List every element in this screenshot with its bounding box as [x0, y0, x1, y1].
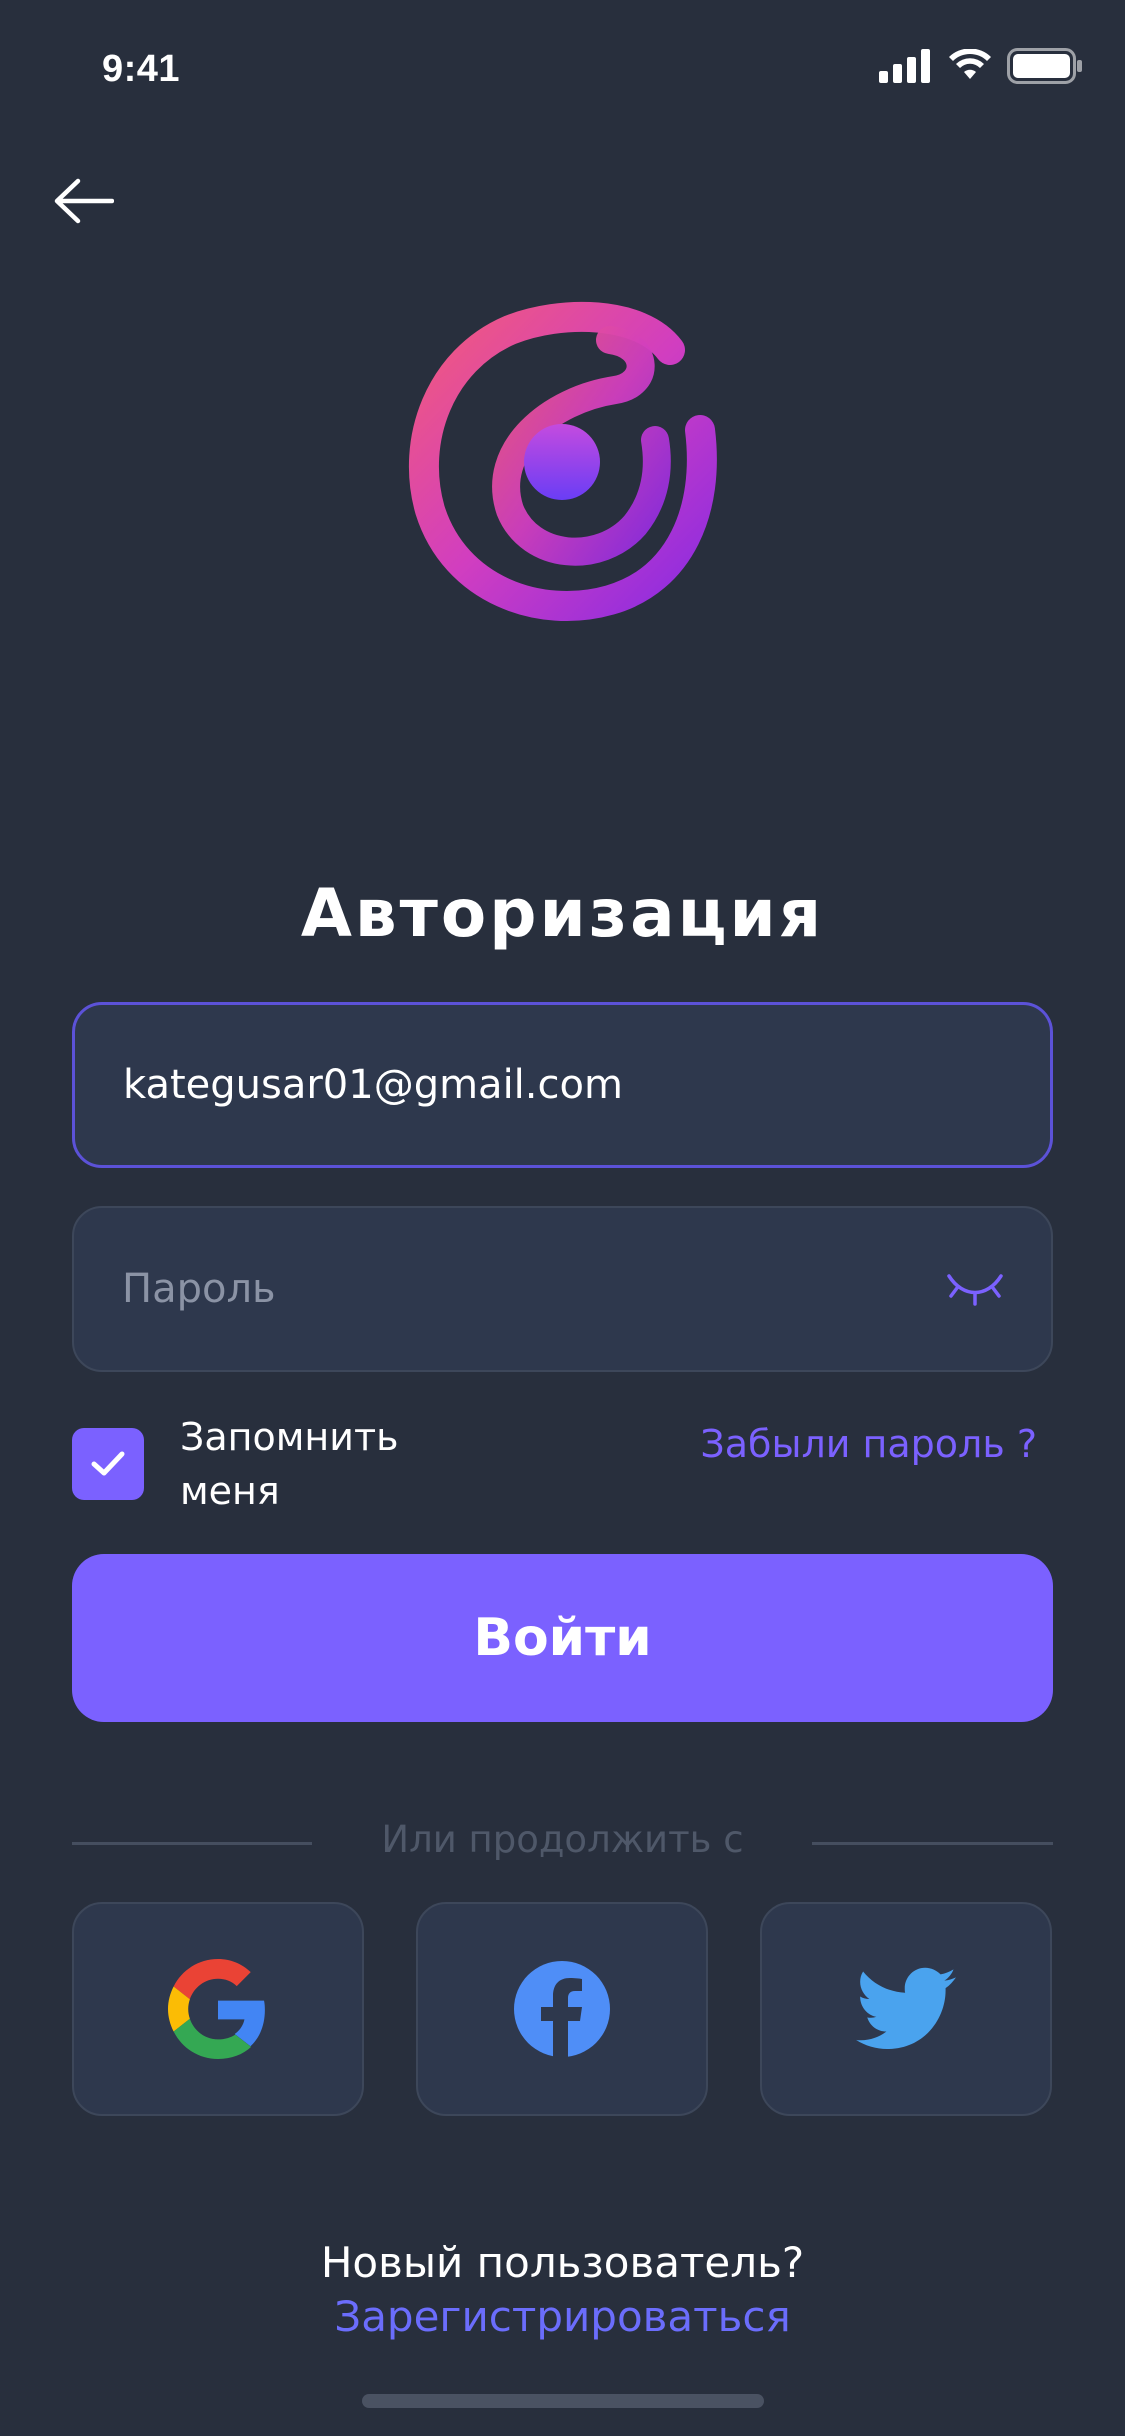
page-title: Авторизация — [300, 875, 825, 952]
status-icons — [879, 48, 1083, 84]
new-user-text: Новый пользователь? — [320, 2238, 805, 2287]
google-icon — [168, 1959, 265, 2059]
google-login-button[interactable] — [72, 1902, 364, 2116]
email-field[interactable]: kategusar01@gmail.com — [72, 1002, 1053, 1168]
password-field[interactable]: Пароль — [72, 1206, 1053, 1372]
password-placeholder: Пароль — [122, 1266, 276, 1312]
divider-right — [812, 1842, 1053, 1845]
remember-checkbox[interactable] — [72, 1428, 144, 1500]
status-time: 9:41 — [102, 48, 181, 90]
forgot-password-link[interactable]: Забыли пароль ? — [700, 1422, 1037, 1466]
register-link[interactable]: Зарегистрироваться — [0, 2292, 1125, 2341]
twitter-icon — [856, 1967, 956, 2049]
home-indicator — [362, 2394, 764, 2408]
eye-closed-icon[interactable] — [945, 1268, 1005, 1312]
wifi-icon — [949, 49, 991, 79]
facebook-icon — [514, 1961, 610, 2057]
checkmark-icon — [91, 1451, 125, 1476]
email-value: kategusar01@gmail.com — [123, 1062, 623, 1108]
cellular-signal-icon — [879, 49, 930, 83]
battery-icon — [1007, 48, 1082, 84]
app-logo — [408, 301, 717, 621]
login-button[interactable]: Войти — [72, 1554, 1053, 1722]
facebook-login-button[interactable] — [416, 1902, 708, 2116]
back-arrow-icon[interactable] — [54, 178, 114, 224]
twitter-login-button[interactable] — [760, 1902, 1052, 2116]
remember-label[interactable]: Запомнить меня — [180, 1410, 460, 1518]
divider-text: Или продолжить с — [381, 1818, 744, 1861]
